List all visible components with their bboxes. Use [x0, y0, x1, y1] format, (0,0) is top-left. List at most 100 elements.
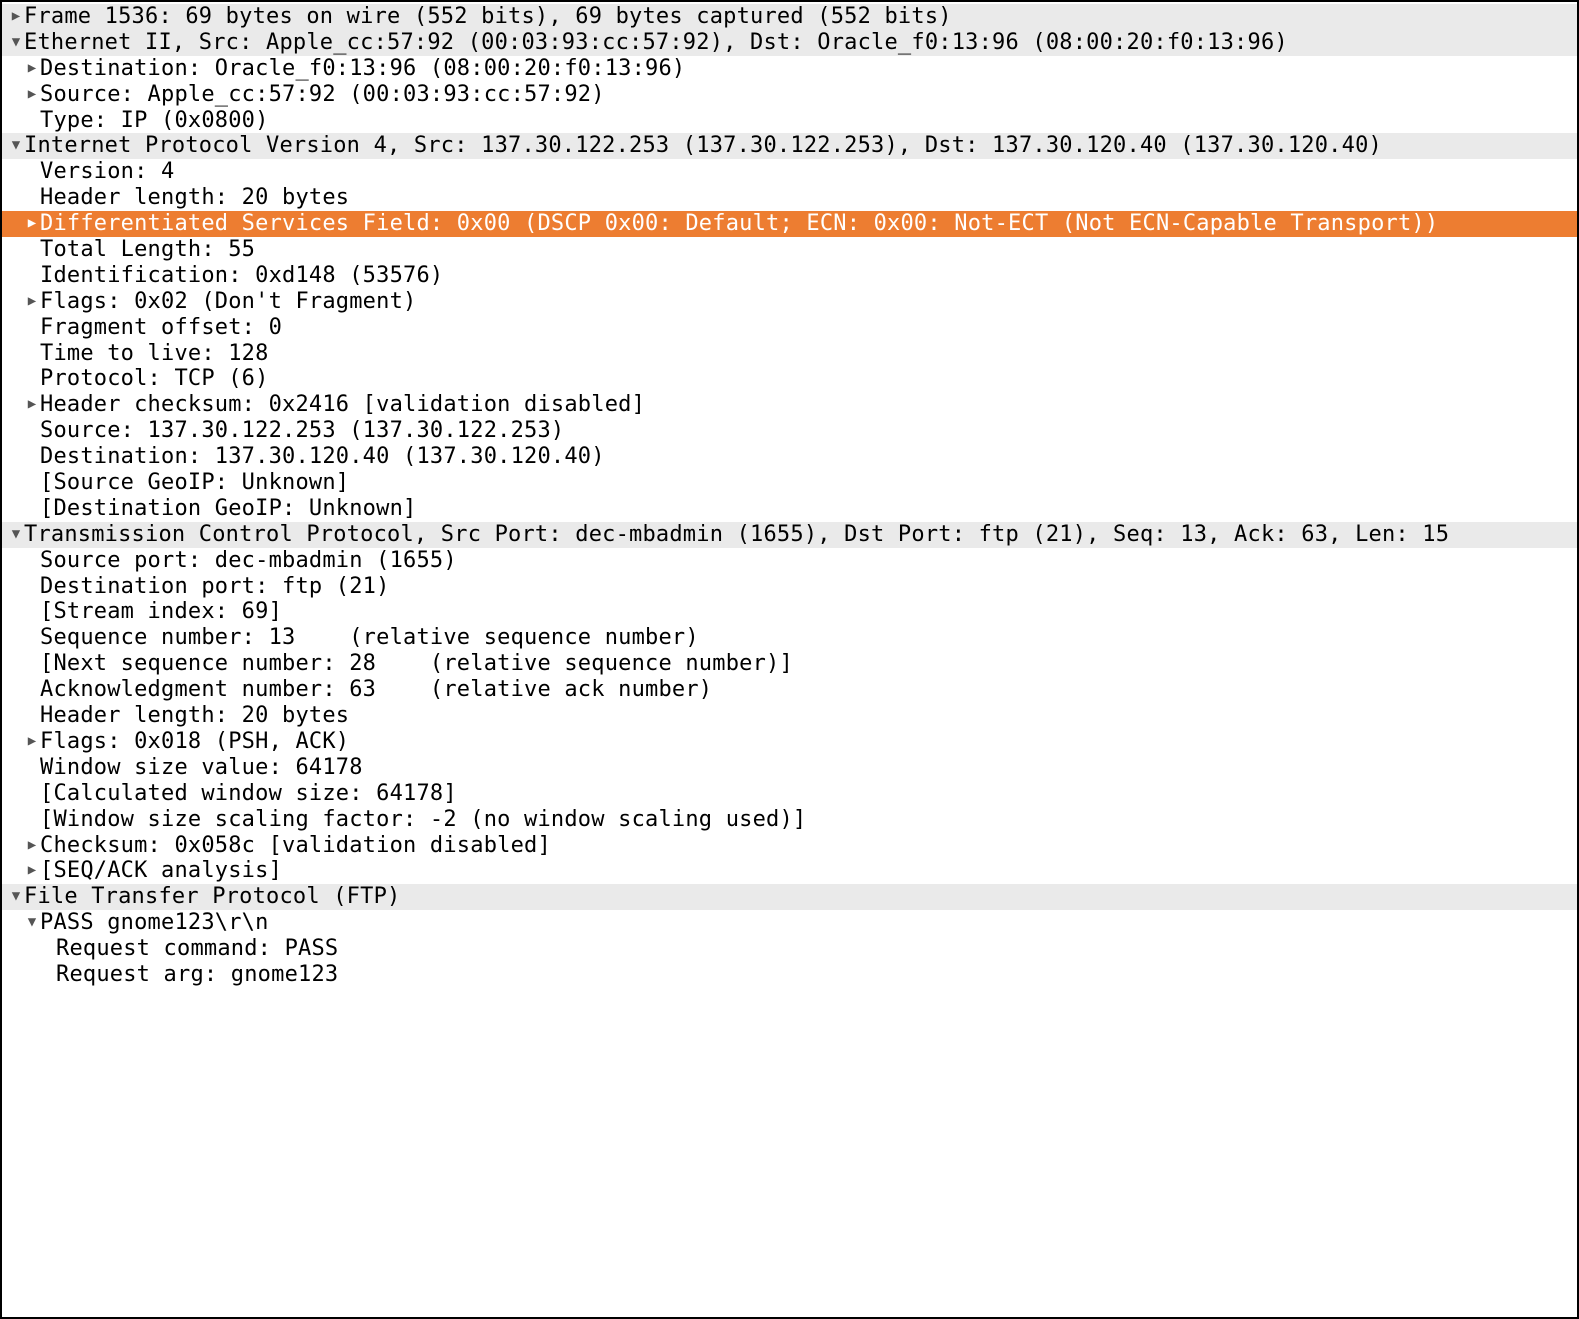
tcp-header-text: Transmission Control Protocol, Src Port:…	[24, 522, 1449, 548]
spacer-icon	[24, 418, 40, 444]
tcp-srcport-text: Source port: dec-mbadmin (1655)	[40, 548, 457, 574]
eth-type-row[interactable]: Type: IP (0x0800)	[2, 108, 1577, 134]
ip-checksum-text: Header checksum: 0x2416 [validation disa…	[40, 392, 645, 418]
spacer-icon	[24, 574, 40, 600]
tcp-hdrlen-text: Header length: 20 bytes	[40, 703, 349, 729]
ftp-reqarg-row[interactable]: Request arg: gnome123	[2, 962, 1577, 988]
packet-details-pane[interactable]: ▶ Frame 1536: 69 bytes on wire (552 bits…	[0, 0, 1579, 1319]
spacer-icon	[24, 366, 40, 392]
eth-destination-text: Destination: Oracle_f0:13:96 (08:00:20:f…	[40, 56, 685, 82]
spacer-icon	[24, 263, 40, 289]
ip-version-row[interactable]: Version: 4	[2, 159, 1577, 185]
tcp-stream-row[interactable]: [Stream index: 69]	[2, 599, 1577, 625]
collapse-icon[interactable]: ▼	[8, 30, 24, 56]
ip-flags-text: Flags: 0x02 (Don't Fragment)	[40, 289, 416, 315]
spacer-icon	[24, 108, 40, 134]
ip-dstgeoip-text: [Destination GeoIP: Unknown]	[40, 496, 416, 522]
tcp-ack-text: Acknowledgment number: 63 (relative ack …	[40, 677, 712, 703]
collapse-icon[interactable]: ▼	[24, 910, 40, 936]
expand-icon[interactable]: ▶	[24, 392, 40, 418]
tcp-nxtseq-text: [Next sequence number: 28 (relative sequ…	[40, 651, 793, 677]
ip-dstgeoip-row[interactable]: [Destination GeoIP: Unknown]	[2, 496, 1577, 522]
spacer-icon	[24, 496, 40, 522]
tcp-hdrlen-row[interactable]: Header length: 20 bytes	[2, 703, 1577, 729]
ip-ttl-row[interactable]: Time to live: 128	[2, 341, 1577, 367]
tcp-calcwindow-row[interactable]: [Calculated window size: 64178]	[2, 781, 1577, 807]
ftp-header-row[interactable]: ▼ File Transfer Protocol (FTP)	[2, 884, 1577, 910]
tcp-seqack-row[interactable]: ▶ [SEQ/ACK analysis]	[2, 858, 1577, 884]
tcp-ack-row[interactable]: Acknowledgment number: 63 (relative ack …	[2, 677, 1577, 703]
spacer-icon	[24, 315, 40, 341]
ip-fragoffset-row[interactable]: Fragment offset: 0	[2, 315, 1577, 341]
tcp-srcport-row[interactable]: Source port: dec-mbadmin (1655)	[2, 548, 1577, 574]
ftp-header-text: File Transfer Protocol (FTP)	[24, 884, 400, 910]
tcp-header-row[interactable]: ▼ Transmission Control Protocol, Src Por…	[2, 522, 1577, 548]
collapse-icon[interactable]: ▼	[8, 884, 24, 910]
spacer-icon	[24, 677, 40, 703]
expand-icon[interactable]: ▶	[24, 56, 40, 82]
tcp-seq-row[interactable]: Sequence number: 13 (relative sequence n…	[2, 625, 1577, 651]
spacer-icon	[24, 444, 40, 470]
ip-srcgeoip-text: [Source GeoIP: Unknown]	[40, 470, 349, 496]
ftp-reqarg-text: Request arg: gnome123	[56, 962, 338, 988]
spacer-icon	[24, 159, 40, 185]
tcp-dstport-row[interactable]: Destination port: ftp (21)	[2, 574, 1577, 600]
expand-icon[interactable]: ▶	[24, 729, 40, 755]
ftp-line-row[interactable]: ▼ PASS gnome123\r\n	[2, 910, 1577, 936]
ip-src-text: Source: 137.30.122.253 (137.30.122.253)	[40, 418, 564, 444]
ip-header-row[interactable]: ▼ Internet Protocol Version 4, Src: 137.…	[2, 133, 1577, 159]
spacer-icon	[24, 470, 40, 496]
ftp-reqcmd-text: Request command: PASS	[56, 936, 338, 962]
tcp-seqack-text: [SEQ/ACK analysis]	[40, 858, 282, 884]
tcp-dstport-text: Destination port: ftp (21)	[40, 574, 390, 600]
tcp-checksum-row[interactable]: ▶ Checksum: 0x058c [validation disabled]	[2, 833, 1577, 859]
ip-totallen-text: Total Length: 55	[40, 237, 255, 263]
tcp-stream-text: [Stream index: 69]	[40, 599, 282, 625]
ip-srcgeoip-row[interactable]: [Source GeoIP: Unknown]	[2, 470, 1577, 496]
expand-icon[interactable]: ▶	[24, 858, 40, 884]
expand-icon[interactable]: ▶	[8, 4, 24, 30]
spacer-icon	[24, 599, 40, 625]
ip-id-text: Identification: 0xd148 (53576)	[40, 263, 443, 289]
ip-id-row[interactable]: Identification: 0xd148 (53576)	[2, 263, 1577, 289]
ip-hdrlen-row[interactable]: Header length: 20 bytes	[2, 185, 1577, 211]
eth-source-row[interactable]: ▶ Source: Apple_cc:57:92 (00:03:93:cc:57…	[2, 82, 1577, 108]
spacer-icon	[40, 936, 56, 962]
spacer-icon	[24, 781, 40, 807]
tcp-scaling-row[interactable]: [Window size scaling factor: -2 (no wind…	[2, 807, 1577, 833]
ip-protocol-row[interactable]: Protocol: TCP (6)	[2, 366, 1577, 392]
spacer-icon	[24, 237, 40, 263]
ip-totallen-row[interactable]: Total Length: 55	[2, 237, 1577, 263]
tcp-scaling-text: [Window size scaling factor: -2 (no wind…	[40, 807, 806, 833]
expand-icon[interactable]: ▶	[24, 289, 40, 315]
eth-type-text: Type: IP (0x0800)	[40, 108, 269, 134]
ethernet-header-row[interactable]: ▼ Ethernet II, Src: Apple_cc:57:92 (00:0…	[2, 30, 1577, 56]
spacer-icon	[24, 703, 40, 729]
ip-dst-row[interactable]: Destination: 137.30.120.40 (137.30.120.4…	[2, 444, 1577, 470]
ip-checksum-row[interactable]: ▶ Header checksum: 0x2416 [validation di…	[2, 392, 1577, 418]
spacer-icon	[24, 755, 40, 781]
spacer-icon	[24, 548, 40, 574]
expand-icon[interactable]: ▶	[24, 833, 40, 859]
tcp-calcwindow-text: [Calculated window size: 64178]	[40, 781, 457, 807]
expand-icon[interactable]: ▶	[24, 211, 40, 237]
tcp-window-row[interactable]: Window size value: 64178	[2, 755, 1577, 781]
ip-src-row[interactable]: Source: 137.30.122.253 (137.30.122.253)	[2, 418, 1577, 444]
ethernet-header-text: Ethernet II, Src: Apple_cc:57:92 (00:03:…	[24, 30, 1288, 56]
ftp-line-text: PASS gnome123\r\n	[40, 910, 269, 936]
eth-destination-row[interactable]: ▶ Destination: Oracle_f0:13:96 (08:00:20…	[2, 56, 1577, 82]
tcp-checksum-text: Checksum: 0x058c [validation disabled]	[40, 833, 551, 859]
collapse-icon[interactable]: ▼	[8, 522, 24, 548]
ip-flags-row[interactable]: ▶ Flags: 0x02 (Don't Fragment)	[2, 289, 1577, 315]
expand-icon[interactable]: ▶	[24, 82, 40, 108]
tcp-flags-row[interactable]: ▶ Flags: 0x018 (PSH, ACK)	[2, 729, 1577, 755]
ftp-reqcmd-row[interactable]: Request command: PASS	[2, 936, 1577, 962]
ip-hdrlen-text: Header length: 20 bytes	[40, 185, 349, 211]
ip-header-text: Internet Protocol Version 4, Src: 137.30…	[24, 133, 1382, 159]
tcp-nxtseq-row[interactable]: [Next sequence number: 28 (relative sequ…	[2, 651, 1577, 677]
ip-ttl-text: Time to live: 128	[40, 341, 269, 367]
collapse-icon[interactable]: ▼	[8, 133, 24, 159]
ip-dsfield-row[interactable]: ▶ Differentiated Services Field: 0x00 (D…	[2, 211, 1577, 237]
eth-source-text: Source: Apple_cc:57:92 (00:03:93:cc:57:9…	[40, 82, 605, 108]
frame-header-row[interactable]: ▶ Frame 1536: 69 bytes on wire (552 bits…	[2, 4, 1577, 30]
